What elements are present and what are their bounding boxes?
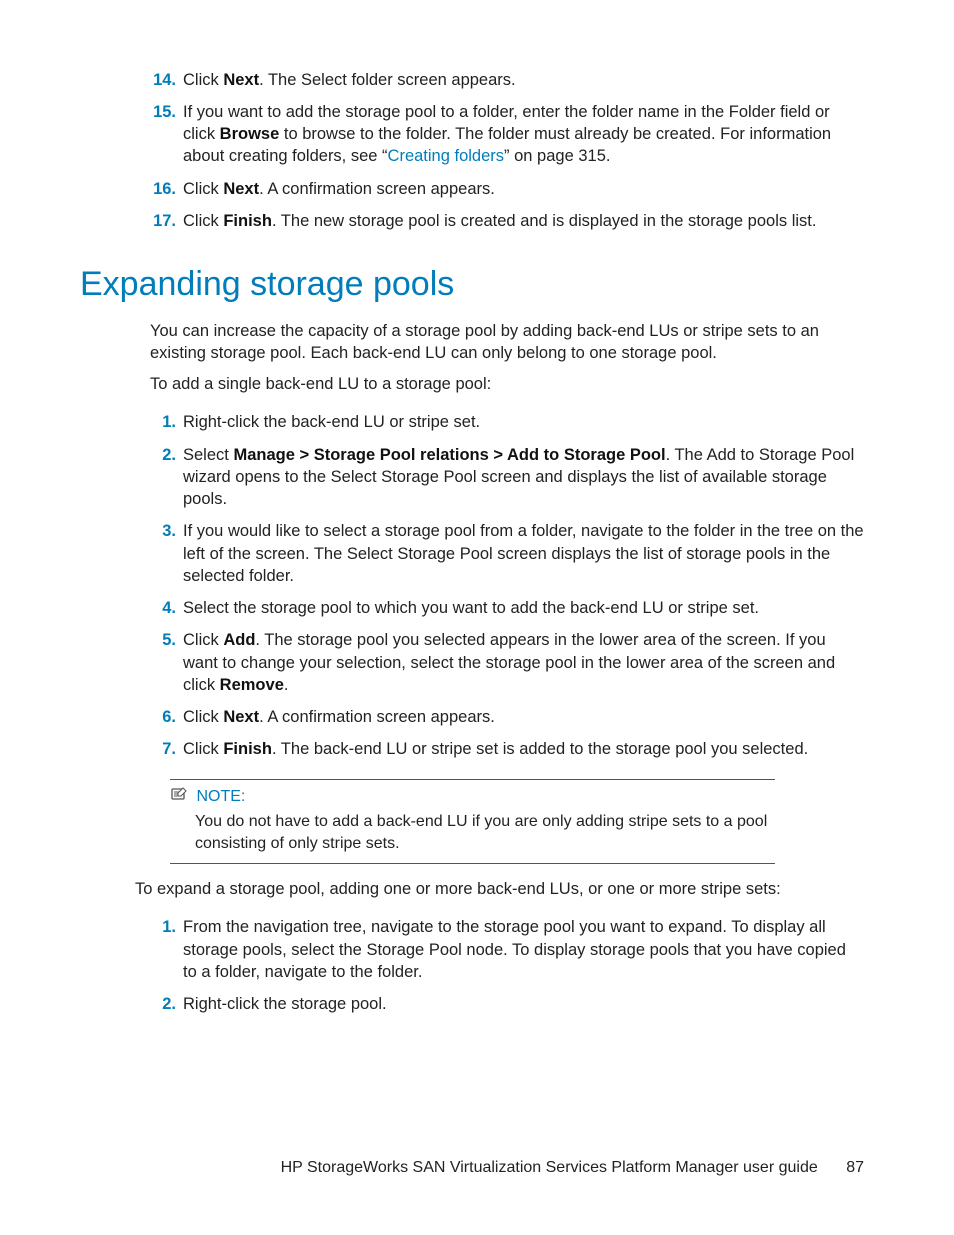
page-number: 87 [846, 1157, 864, 1179]
step-b1: 1. From the navigation tree, navigate to… [150, 916, 864, 983]
step-number: 6. [150, 706, 176, 728]
step-number: 3. [150, 520, 176, 542]
step-17: 17. Click Finish. The new storage pool i… [150, 210, 864, 232]
step-text: If you would like to select a storage po… [183, 522, 864, 585]
step-text: Right-click the storage pool. [183, 995, 387, 1013]
step-text: Click Add. The storage pool you selected… [183, 631, 835, 694]
footer-title: HP StorageWorks SAN Virtualization Servi… [281, 1159, 818, 1176]
note-body: You do not have to add a back-end LU if … [195, 811, 775, 854]
step-text: Click Next. A confirmation screen appear… [183, 180, 495, 198]
step-text: Right-click the back-end LU or stripe se… [183, 413, 480, 431]
step-2: 2. Select Manage > Storage Pool relation… [150, 444, 864, 511]
step-text: If you want to add the storage pool to a… [183, 103, 831, 166]
step-7: 7. Click Finish. The back-end LU or stri… [150, 738, 864, 760]
step-number: 5. [150, 629, 176, 651]
step-text: Click Finish. The new storage pool is cr… [183, 212, 816, 230]
step-6: 6. Click Next. A confirmation screen app… [150, 706, 864, 728]
note-rule-top [170, 779, 775, 780]
step-number: 2. [150, 993, 176, 1015]
intro-paragraph-2: To add a single back-end LU to a storage… [150, 373, 864, 395]
note-box: NOTE: You do not have to add a back-end … [170, 779, 775, 864]
heading-expanding-storage-pools: Expanding storage pools [80, 262, 954, 308]
step-5: 5. Click Add. The storage pool you selec… [150, 629, 864, 696]
note-icon [170, 786, 188, 808]
step-number: 4. [150, 597, 176, 619]
steps-add-lu: 1. Right-click the back-end LU or stripe… [150, 411, 864, 760]
step-number: 7. [150, 738, 176, 760]
page-footer: HP StorageWorks SAN Virtualization Servi… [281, 1157, 864, 1179]
steps-top: 14. Click Next. The Select folder screen… [150, 69, 864, 233]
note-heading: NOTE: [170, 786, 775, 808]
link-creating-folders[interactable]: Creating folders [388, 147, 504, 165]
step-number: 14. [150, 69, 176, 91]
note-rule-bottom [170, 863, 775, 864]
step-number: 17. [150, 210, 176, 232]
step-text: Select Manage > Storage Pool relations >… [183, 446, 854, 509]
step-number: 2. [150, 444, 176, 466]
step-b2: 2. Right-click the storage pool. [150, 993, 864, 1015]
step-number: 1. [150, 916, 176, 938]
step-15: 15. If you want to add the storage pool … [150, 101, 864, 168]
step-text: Click Next. A confirmation screen appear… [183, 708, 495, 726]
step-16: 16. Click Next. A confirmation screen ap… [150, 178, 864, 200]
step-number: 16. [150, 178, 176, 200]
step-number: 15. [150, 101, 176, 123]
step-1: 1. Right-click the back-end LU or stripe… [150, 411, 864, 433]
step-text: Click Next. The Select folder screen app… [183, 71, 516, 89]
step-text: From the navigation tree, navigate to th… [183, 918, 846, 981]
step-text: Select the storage pool to which you wan… [183, 599, 759, 617]
step-4: 4. Select the storage pool to which you … [150, 597, 864, 619]
step-text: Click Finish. The back-end LU or stripe … [183, 740, 808, 758]
step-3: 3. If you would like to select a storage… [150, 520, 864, 587]
intro-paragraph-1: You can increase the capacity of a stora… [150, 320, 864, 365]
intro-paragraph-3: To expand a storage pool, adding one or … [135, 878, 864, 900]
step-14: 14. Click Next. The Select folder screen… [150, 69, 864, 91]
steps-expand: 1. From the navigation tree, navigate to… [150, 916, 864, 1015]
step-number: 1. [150, 411, 176, 433]
document-page: 14. Click Next. The Select folder screen… [0, 0, 954, 1235]
note-label: NOTE: [196, 788, 245, 805]
